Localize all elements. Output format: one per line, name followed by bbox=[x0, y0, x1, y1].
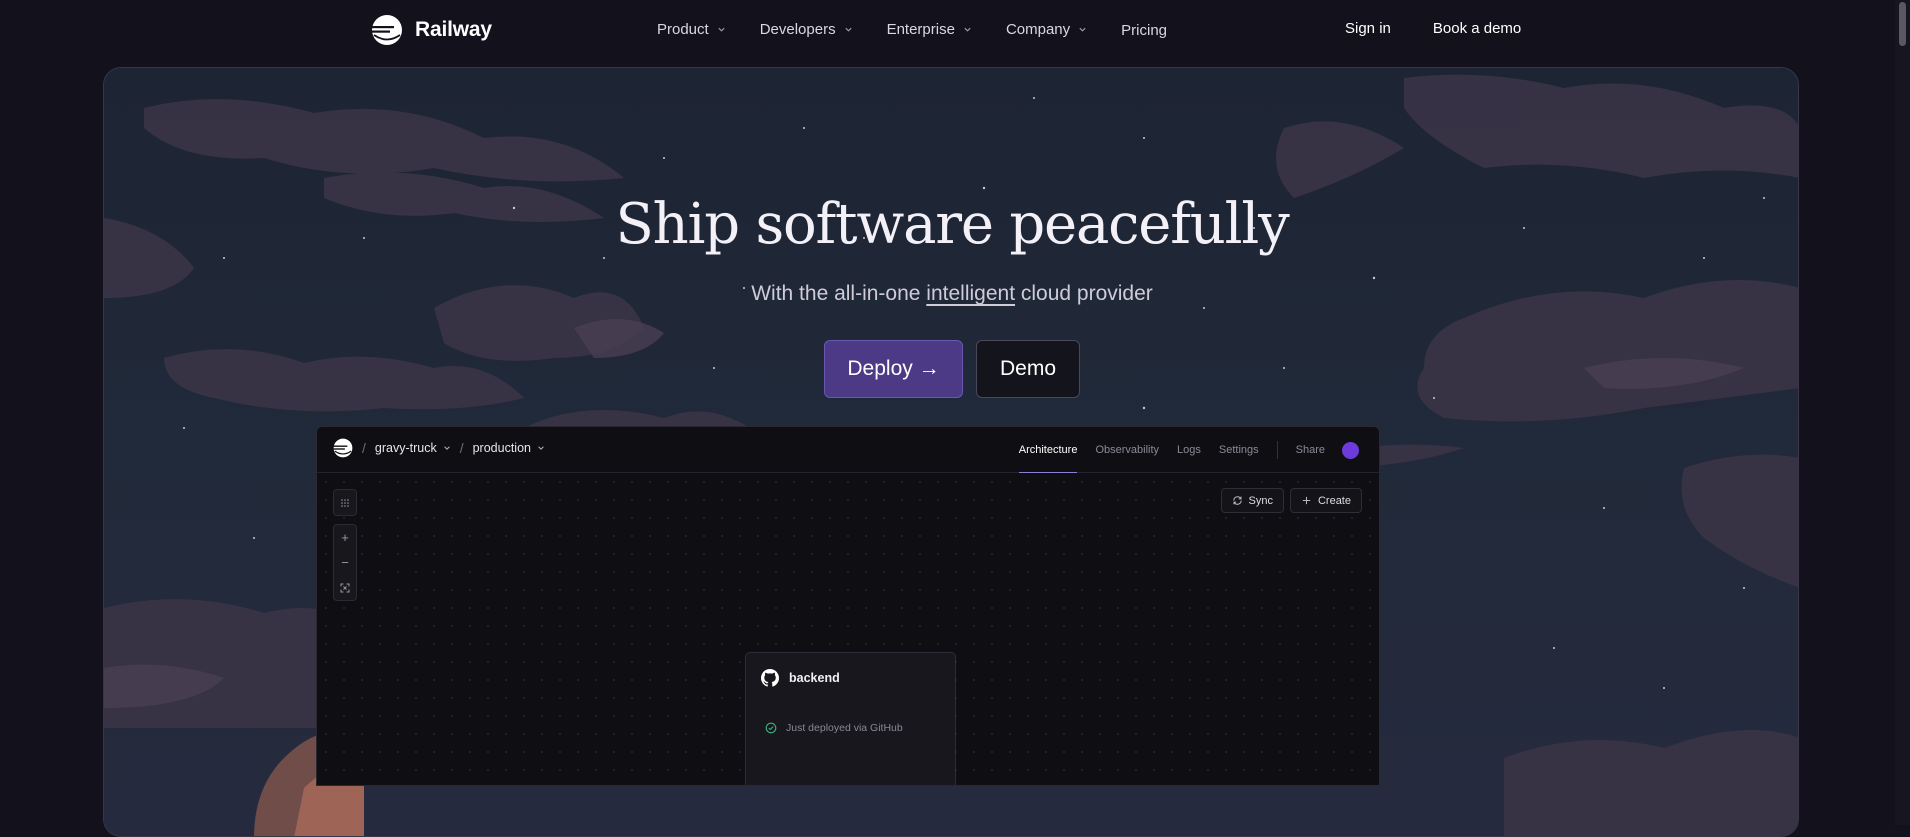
sync-label: Sync bbox=[1248, 494, 1273, 507]
chevron-down-icon bbox=[964, 27, 971, 32]
subtitle-text: cloud provider bbox=[1015, 282, 1153, 305]
environment-selector[interactable]: production bbox=[473, 441, 545, 455]
plus-icon bbox=[1302, 496, 1311, 505]
book-demo-link[interactable]: Book a demo bbox=[1433, 20, 1521, 37]
brand-name: Railway bbox=[415, 18, 492, 41]
service-card-backend[interactable]: backend Just deployed via GitHub bbox=[745, 652, 956, 785]
sync-button[interactable]: Sync bbox=[1220, 488, 1284, 513]
nav-item-company[interactable]: Company bbox=[1006, 21, 1087, 38]
nav-item-label: Company bbox=[1005, 21, 1071, 38]
nav-actions: Sign in Book a demo bbox=[1345, 20, 1521, 37]
nav-item-product[interactable]: Product bbox=[657, 21, 726, 38]
nav-item-label: Developers bbox=[759, 21, 836, 38]
grid-icon bbox=[334, 490, 356, 515]
nav-item-label: Enterprise bbox=[886, 21, 955, 38]
nav-links: Product Developers Enterprise Company Pr… bbox=[657, 20, 1201, 39]
canvas-actions: Sync Create bbox=[1220, 488, 1362, 513]
chevron-down-icon bbox=[1079, 27, 1086, 32]
deploy-status: Just deployed via GitHub bbox=[765, 722, 903, 734]
demo-button[interactable]: Demo bbox=[976, 340, 1080, 398]
status-text: Just deployed via GitHub bbox=[786, 722, 903, 734]
hero-subtitle: With the all-in-one intelligent cloud pr… bbox=[104, 282, 1798, 306]
avatar[interactable] bbox=[1342, 441, 1359, 459]
chevron-down-icon bbox=[538, 446, 544, 450]
breadcrumb-separator: / bbox=[459, 440, 464, 456]
check-circle-icon bbox=[765, 722, 777, 734]
dashboard-header: / gravy-truck / production Architecture … bbox=[317, 427, 1379, 473]
nav-item-enterprise[interactable]: Enterprise bbox=[887, 21, 972, 38]
breadcrumb-separator: / bbox=[362, 440, 366, 456]
service-name-label: backend bbox=[789, 671, 840, 685]
tab-architecture[interactable]: Architecture bbox=[1018, 427, 1078, 473]
tab-observability[interactable]: Observability bbox=[1095, 427, 1159, 473]
dashboard-preview: / gravy-truck / production Architecture … bbox=[316, 426, 1380, 786]
railway-logo-icon bbox=[372, 15, 402, 45]
sign-in-link[interactable]: Sign in bbox=[1345, 20, 1391, 37]
top-navigation: Railway Product Developers Enterprise Co… bbox=[0, 0, 1910, 62]
chevron-down-icon bbox=[443, 446, 450, 450]
cta-buttons: Deploy → Demo bbox=[824, 340, 1080, 398]
create-label: Create bbox=[1317, 494, 1351, 507]
tab-settings[interactable]: Settings bbox=[1219, 427, 1259, 473]
brand-link[interactable]: Railway bbox=[371, 14, 492, 46]
zoom-controls: + − bbox=[333, 524, 357, 601]
zoom-out-button[interactable]: − bbox=[334, 550, 356, 575]
intelligent-link[interactable]: intelligent bbox=[926, 282, 1015, 305]
divider bbox=[1276, 441, 1278, 459]
grid-toggle[interactable] bbox=[333, 489, 357, 516]
fit-view-button[interactable] bbox=[334, 575, 356, 600]
zoom-in-button[interactable]: + bbox=[334, 525, 356, 550]
nav-item-label: Pricing bbox=[1121, 22, 1168, 39]
subtitle-text: With the all-in-one bbox=[751, 282, 927, 305]
nav-item-developers[interactable]: Developers bbox=[760, 21, 853, 38]
railway-logo-icon[interactable] bbox=[333, 438, 353, 458]
project-selector[interactable]: gravy-truck bbox=[375, 441, 451, 455]
project-name: gravy-truck bbox=[374, 441, 437, 455]
create-button[interactable]: Create bbox=[1289, 488, 1362, 513]
environment-name: production bbox=[472, 441, 531, 455]
tab-logs[interactable]: Logs bbox=[1177, 427, 1201, 473]
share-button[interactable]: Share bbox=[1296, 427, 1325, 473]
expand-icon bbox=[340, 583, 350, 592]
chevron-down-icon bbox=[718, 27, 725, 32]
sync-icon bbox=[1232, 496, 1242, 505]
dashboard-tabs: Architecture Observability Logs Settings… bbox=[1001, 427, 1359, 473]
nav-item-pricing[interactable]: Pricing bbox=[1121, 22, 1167, 39]
chevron-down-icon bbox=[844, 27, 852, 32]
github-icon bbox=[761, 669, 779, 687]
deploy-button[interactable]: Deploy → bbox=[824, 340, 963, 398]
page-scrollbar[interactable] bbox=[1895, 0, 1910, 825]
scrollbar-thumb[interactable] bbox=[1899, 2, 1906, 46]
breadcrumb: / gravy-truck / production bbox=[333, 438, 545, 458]
nav-item-label: Product bbox=[657, 21, 709, 38]
hero-title: Ship software peacefully bbox=[615, 192, 1289, 257]
service-name: backend bbox=[761, 669, 840, 687]
